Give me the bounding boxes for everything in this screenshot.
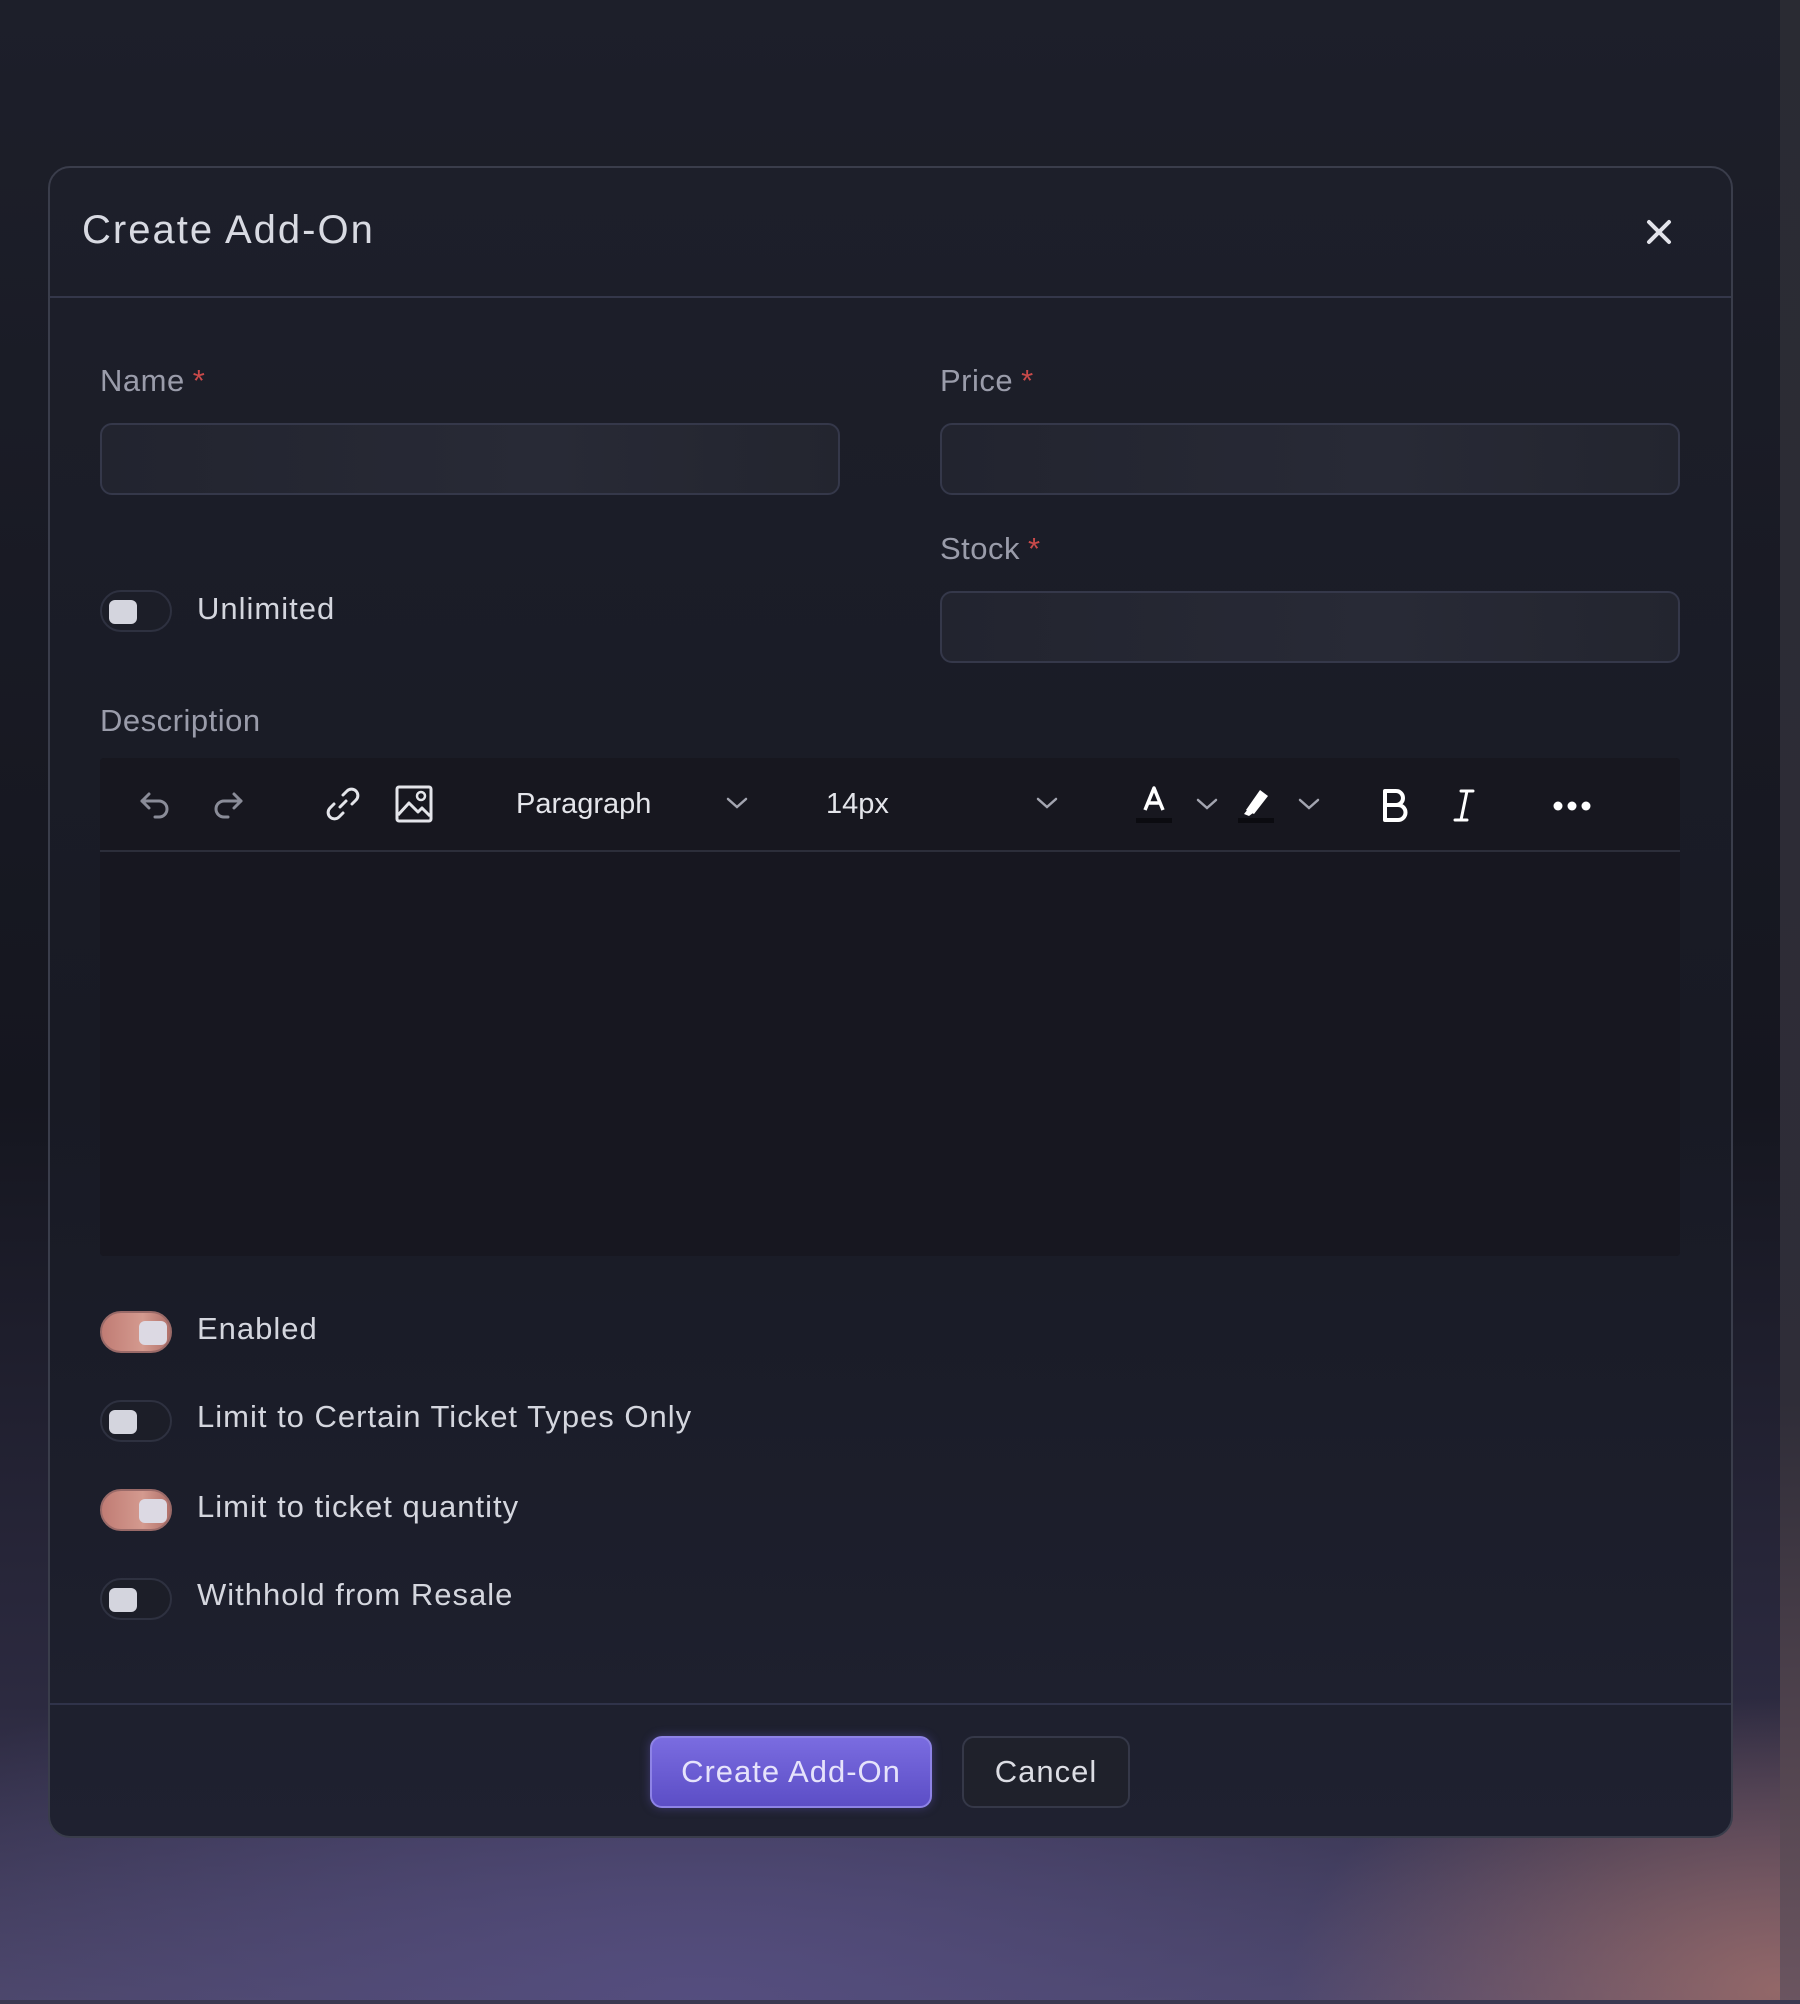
cancel-button[interactable]: Cancel [962, 1736, 1130, 1808]
font-color-dropdown[interactable] [1192, 789, 1222, 819]
modal-header: Create Add-On [50, 168, 1731, 298]
unlimited-label: Unlimited [197, 591, 336, 626]
more-button[interactable] [1550, 786, 1594, 826]
image-button[interactable] [393, 783, 435, 825]
font-color-button[interactable] [1134, 780, 1174, 828]
enabled-label: Enabled [197, 1311, 318, 1346]
modal-title: Create Add-On [82, 208, 375, 252]
bold-icon [1383, 789, 1408, 822]
limit-ticket-types-label: Limit to Certain Ticket Types Only [197, 1399, 693, 1434]
highlight-icon [1238, 790, 1274, 823]
close-button[interactable] [1639, 212, 1679, 252]
close-icon [1647, 220, 1671, 244]
create-add-on-modal: Create Add-On Name * Price * Unlimited Sto… [48, 166, 1733, 1838]
stock-label: Stock * [940, 531, 1041, 567]
footer-divider [50, 1703, 1731, 1705]
limit-ticket-quantity-label: Limit to ticket quantity [197, 1489, 520, 1524]
toggle-knob [109, 1588, 137, 1612]
font-size-dropdown[interactable] [1032, 788, 1062, 818]
price-input[interactable] [940, 423, 1680, 495]
image-icon [395, 785, 433, 823]
redo-icon [214, 792, 243, 819]
undo-icon [140, 792, 169, 819]
font-color-icon [1136, 786, 1172, 823]
name-input[interactable] [100, 423, 840, 495]
undo-button[interactable] [135, 783, 175, 823]
chevron-down-icon [1036, 797, 1058, 809]
withhold-from-resale-toggle[interactable] [100, 1578, 172, 1620]
chevron-down-icon [1196, 798, 1218, 810]
editor-content-area[interactable] [100, 854, 1680, 1256]
link-button[interactable] [322, 783, 364, 825]
italic-button[interactable] [1444, 784, 1484, 826]
redo-button[interactable] [208, 783, 248, 823]
limit-ticket-quantity-toggle[interactable] [100, 1489, 172, 1531]
more-icon [1553, 801, 1591, 811]
page-bottom-edge [0, 2000, 1800, 2004]
page-scrollbar-strip [1780, 0, 1800, 2004]
price-label-text: Price [940, 363, 1014, 398]
toggle-knob [109, 1410, 137, 1434]
highlight-button[interactable] [1236, 780, 1276, 828]
description-label: Description [100, 703, 261, 738]
font-size-select[interactable]: 14px [826, 788, 889, 821]
name-label: Name * [100, 363, 205, 399]
name-label-text: Name [100, 363, 185, 398]
toggle-knob [109, 600, 137, 624]
italic-icon [1453, 789, 1475, 822]
toggle-knob [139, 1499, 167, 1523]
create-add-on-button[interactable]: Create Add-On [650, 1736, 932, 1808]
bold-button[interactable] [1374, 784, 1414, 826]
editor-toolbar: Paragraph 14px [100, 758, 1680, 852]
stock-label-text: Stock [940, 531, 1021, 566]
toggle-knob [139, 1321, 167, 1345]
limit-ticket-types-toggle[interactable] [100, 1400, 172, 1442]
enabled-toggle[interactable] [100, 1311, 172, 1353]
price-label: Price * [940, 363, 1034, 399]
withhold-from-resale-label: Withhold from Resale [197, 1577, 514, 1612]
chevron-down-icon [726, 797, 748, 809]
chevron-down-icon [1298, 798, 1320, 810]
required-mark: * [192, 363, 206, 398]
required-mark: * [1028, 531, 1041, 566]
rich-text-editor: Paragraph 14px [100, 758, 1680, 1256]
required-mark: * [1021, 363, 1034, 398]
block-format-dropdown[interactable] [722, 788, 752, 818]
highlight-dropdown[interactable] [1294, 789, 1324, 819]
block-format-select[interactable]: Paragraph [516, 788, 651, 821]
link-icon [326, 787, 360, 821]
unlimited-toggle[interactable] [100, 590, 172, 632]
stock-input[interactable] [940, 591, 1680, 663]
